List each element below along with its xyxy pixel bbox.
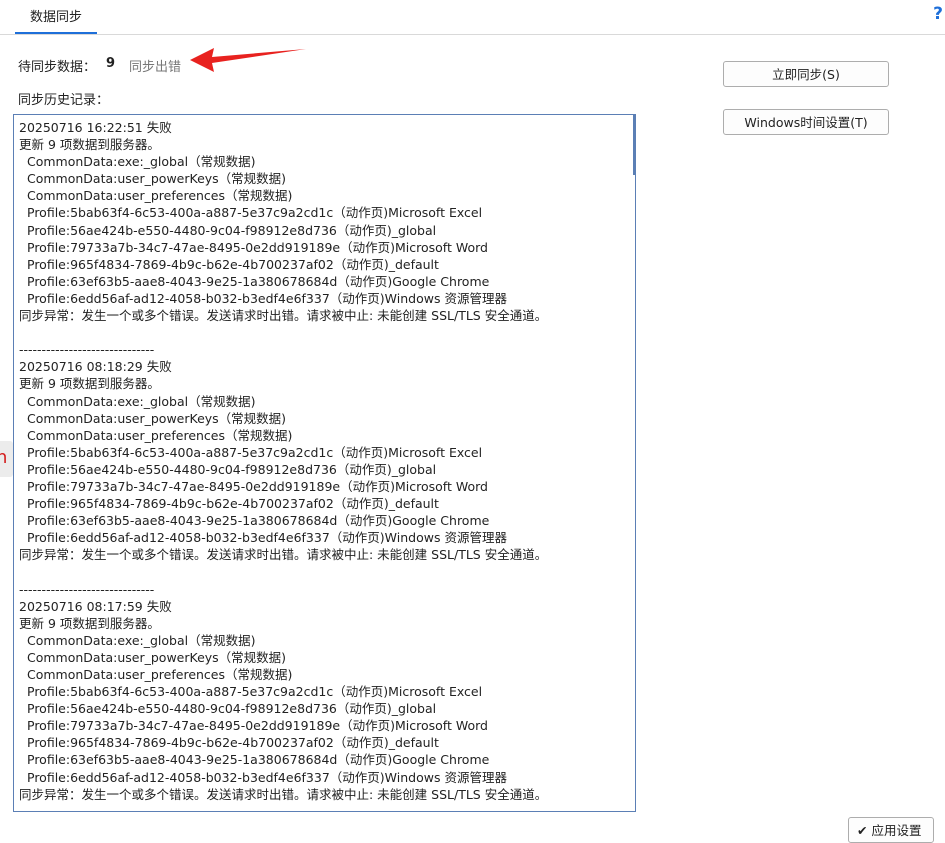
log-entry-item: Profile:965f4834-7869-4b9c-b62e-4b700237… (27, 735, 439, 751)
side-tab-text: n (0, 447, 8, 468)
log-entry-error: 同步异常：发生一个或多个错误。发送请求时出错。请求被中止: 未能创建 SSL/T… (19, 547, 548, 563)
side-panel-tab[interactable]: n (0, 441, 13, 477)
log-entry-item: CommonData:exe:_global（常规数据) (27, 393, 256, 409)
pending-label: 待同步数据： (18, 60, 97, 75)
log-entry-item: Profile:63ef63b5-aae8-4043-9e25-1a380678… (27, 273, 490, 289)
log-entry-item: Profile:6edd56af-ad12-4058-b032-b3edf4e6… (27, 769, 507, 785)
log-entry-item: Profile:965f4834-7869-4b9c-b62e-4b700237… (27, 256, 439, 272)
log-entry-item: CommonData:exe:_global（常规数据) (27, 632, 256, 648)
tab-bar: 数据同步 ? (0, 0, 945, 35)
log-entry-item: Profile:79733a7b-34c7-47ae-8495-0e2dd919… (27, 718, 488, 734)
apply-settings-label: 应用设置 (871, 823, 922, 838)
log-entry-item: Profile:56ae424b-e550-4480-9c04-f98912e8… (27, 461, 437, 477)
windows-time-settings-button[interactable]: Windows时间设置(T) (723, 109, 889, 135)
log-entry-item: CommonData:user_preferences（常规数据) (27, 427, 293, 443)
sync-status-text: 同步出错 (129, 60, 182, 75)
tab-data-sync[interactable]: 数据同步 (15, 0, 97, 34)
log-separator: ------------------------------ (19, 581, 155, 597)
pending-count: 9 (106, 56, 116, 71)
log-entry-header: 20250716 16:22:51 失败 (19, 120, 172, 135)
log-entry-error: 同步异常：发生一个或多个错误。发送请求时出错。请求被中止: 未能创建 SSL/T… (19, 308, 548, 324)
log-entry-item: Profile:63ef63b5-aae8-4043-9e25-1a380678… (27, 513, 490, 529)
log-entry-item: CommonData:user_powerKeys（常规数据) (27, 649, 287, 665)
log-entries: 20250716 16:22:51 失败 更新 9 项数据到服务器。 CommonD… (19, 119, 629, 803)
log-separator: ------------------------------ (19, 342, 155, 358)
log-entry-item: CommonData:user_preferences（常规数据) (27, 667, 293, 682)
log-entry-item: CommonData:user_preferences（常规数据) (27, 188, 293, 204)
log-entry-item: CommonData:user_powerKeys（常规数据) (27, 410, 287, 426)
log-entry-item: Profile:56ae424b-e550-4480-9c04-f98912e8… (27, 701, 437, 717)
log-entry-item: Profile:79733a7b-34c7-47ae-8495-0e2dd919… (27, 239, 488, 255)
log-entry-summary: 更新 9 项数据到服务器。 (19, 376, 160, 392)
sync-now-button[interactable]: 立即同步(S) (723, 61, 889, 87)
log-entry-item: Profile:63ef63b5-aae8-4043-9e25-1a380678… (27, 752, 490, 768)
check-icon: ✔ (857, 823, 868, 838)
history-label: 同步历史记录： (18, 93, 110, 108)
log-entry-item: CommonData:user_powerKeys（常规数据) (27, 171, 287, 187)
log-entry-summary: 更新 9 项数据到服务器。 (19, 137, 160, 153)
log-entry-item: Profile:5bab63f4-6c53-400a-a887-5e37c9a2… (27, 205, 483, 221)
log-scrollbar[interactable] (633, 115, 635, 175)
log-entry-header: 20250716 08:17:59 失败 (19, 598, 172, 614)
annotation-arrow-icon (190, 48, 306, 72)
log-entry-item: Profile:965f4834-7869-4b9c-b62e-4b700237… (27, 496, 439, 512)
log-entry-item: Profile:5bab63f4-6c53-400a-a887-5e37c9a2… (27, 684, 483, 700)
log-entry-item: CommonData:exe:_global（常规数据) (27, 154, 256, 170)
log-entry-header: 20250716 08:18:29 失败 (19, 359, 172, 375)
apply-settings-button[interactable]: ✔ 应用设置 (848, 817, 934, 843)
log-blank-line (19, 563, 629, 580)
log-entry-error: 同步异常：发生一个或多个错误。发送请求时出错。请求被中止: 未能创建 SSL/T… (19, 786, 548, 802)
log-entry-item: Profile:5bab63f4-6c53-400a-a887-5e37c9a2… (27, 444, 483, 460)
log-entry-summary: 更新 9 项数据到服务器。 (19, 615, 160, 631)
log-entry-item: Profile:56ae424b-e550-4480-9c04-f98912e8… (27, 222, 437, 238)
log-entry-item: Profile:6edd56af-ad12-4058-b032-b3edf4e6… (27, 530, 507, 546)
help-icon[interactable]: ? (933, 4, 943, 24)
sync-history-log[interactable]: 20250716 16:22:51 失败 更新 9 项数据到服务器。 CommonD… (13, 114, 636, 812)
log-blank-line (19, 324, 629, 341)
log-entry-item: Profile:79733a7b-34c7-47ae-8495-0e2dd919… (27, 478, 488, 494)
log-entry-item: Profile:6edd56af-ad12-4058-b032-b3edf4e6… (27, 290, 507, 306)
